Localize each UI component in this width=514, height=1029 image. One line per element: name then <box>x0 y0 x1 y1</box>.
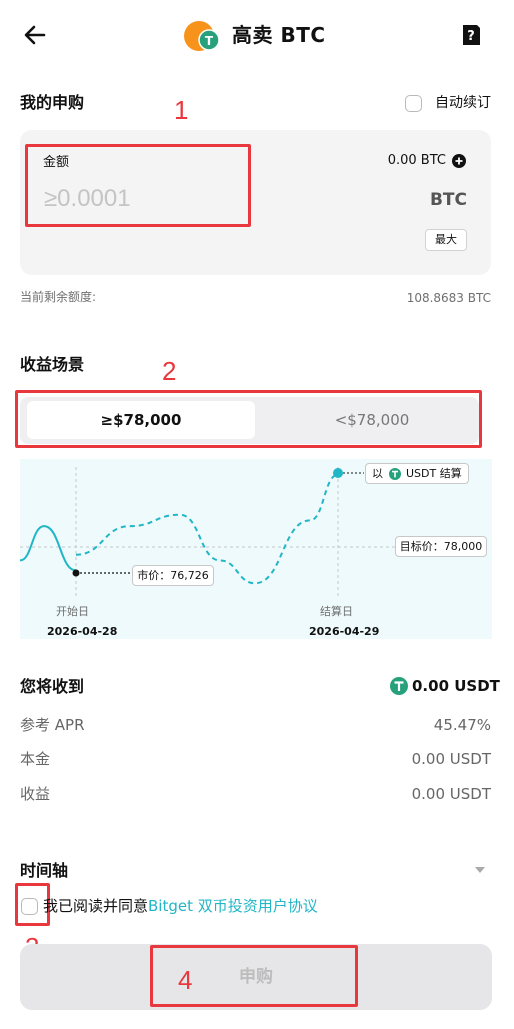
market-price-tag: 市价：76,726 <box>132 565 214 586</box>
remaining-quota-value: 108.8683 BTC <box>406 291 491 305</box>
available-balance: 0.00 BTC <box>387 153 446 168</box>
help-icon[interactable]: ? <box>460 23 482 47</box>
annotation-4: 4 <box>178 965 193 995</box>
agreement-prefix: 我已阅读并同意 <box>43 897 149 915</box>
amount-input[interactable]: ≥0.0001 <box>44 184 131 214</box>
market-price-point <box>72 569 80 577</box>
start-day-label: 开始日 <box>56 605 89 618</box>
annotation-1: 1 <box>174 95 189 125</box>
page-title: 高卖 BTC <box>232 23 326 47</box>
auto-renew-label[interactable]: 自动续订 <box>435 93 491 113</box>
svg-text:?: ? <box>467 29 475 44</box>
coin-glyph: T <box>205 34 214 48</box>
receive-total: 0.00 USDT <box>412 677 500 695</box>
apr-value: 45.47% <box>433 716 491 734</box>
usdt-icon <box>389 468 401 480</box>
historical-price-line <box>19 525 77 572</box>
auto-renew-checkbox[interactable] <box>405 95 422 112</box>
settle-date: 2026-04-29 <box>309 625 380 638</box>
earnings-label: 收益 <box>20 785 51 803</box>
start-date: 2026-04-28 <box>47 625 118 638</box>
principal-value: 0.00 USDT <box>411 750 491 768</box>
amount-unit: BTC <box>429 190 467 210</box>
settle-day-label: 结算日 <box>320 605 353 618</box>
scenario-title: 收益场景 <box>20 355 85 374</box>
settle-prefix: 以 <box>372 467 383 480</box>
btc-coin-logo: T <box>184 21 220 51</box>
receive-title: 您将收到 <box>20 677 85 696</box>
timeline-title: 时间轴 <box>20 861 69 880</box>
add-funds-icon[interactable] <box>452 154 466 168</box>
agreement-link[interactable]: Bitget 双币投资用户协议 <box>148 897 318 915</box>
settlement-currency-tag: 以 USDT 结算 <box>365 463 469 484</box>
usdt-icon <box>390 677 408 695</box>
my-subscription-title: 我的申购 <box>20 93 85 112</box>
annotation-2: 2 <box>162 356 177 386</box>
agreement-text: 我已阅读并同意Bitget 双币投资用户协议 <box>43 896 318 916</box>
amount-label: 金额 <box>43 155 70 170</box>
max-button[interactable]: 最大 <box>425 229 467 251</box>
settle-currency: USDT 结算 <box>406 467 462 480</box>
principal-label: 本金 <box>20 750 51 768</box>
target-price-tag: 目标价：78,000 <box>395 536 487 557</box>
annotation-box-tabs <box>15 390 482 448</box>
settle-point <box>333 468 343 478</box>
earnings-value: 0.00 USDT <box>411 785 491 803</box>
back-arrow-icon[interactable] <box>22 22 48 48</box>
apr-label: 参考 APR <box>20 716 85 734</box>
chevron-down-icon[interactable] <box>474 866 486 874</box>
remaining-quota-label: 当前剩余额度: <box>20 290 97 304</box>
